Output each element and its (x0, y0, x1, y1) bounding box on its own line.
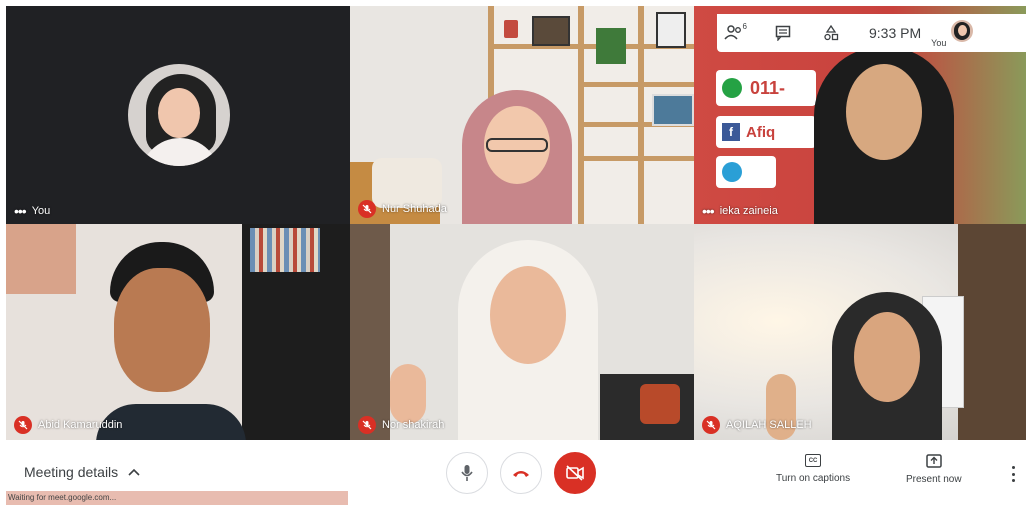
sign-phone: 011- (716, 70, 816, 106)
present-button[interactable]: Present now (906, 454, 962, 485)
avatar (951, 20, 974, 42)
participant-tile-abid-kamaruddin[interactable]: Abid Kamaruddin (6, 224, 350, 440)
mic-off-icon (702, 416, 720, 434)
participant-name-tag: Abid Kamaruddin (14, 416, 122, 434)
sign-facebook: f Afiq (716, 116, 816, 148)
camera-off-icon (566, 465, 584, 481)
video-grid: ••• You Nur Shuhada 011- f Afiq 6 9:33 P… (6, 6, 1026, 440)
captions-icon: CC (805, 454, 822, 467)
participant-tile-nor-shakirah[interactable]: Nor shakirah (350, 224, 694, 440)
mic-off-icon (358, 200, 376, 218)
hangup-icon (513, 471, 529, 477)
present-label: Present now (906, 474, 962, 485)
participant-tile-aqilah-salleh[interactable]: AQILAH SALLEH (694, 224, 1026, 440)
chat-icon[interactable] (765, 14, 801, 52)
more-options-icon[interactable]: ••• (702, 204, 715, 218)
mic-off-icon (14, 416, 32, 434)
self-view[interactable]: You (931, 14, 991, 52)
participant-name-tag: Nur Shuhada (358, 200, 447, 218)
participant-name-tag: Nor shakirah (358, 416, 444, 434)
participant-name: Abid Kamaruddin (38, 419, 123, 431)
captions-button[interactable]: CC Turn on captions (776, 454, 850, 484)
people-icon[interactable]: 6 (717, 14, 753, 52)
participant-name: You (31, 205, 51, 217)
participant-name-tag: ••• You (14, 204, 50, 218)
participant-tile-you[interactable]: ••• You (6, 6, 350, 224)
clock-time: 9:33 PM (869, 25, 922, 41)
present-icon (926, 454, 942, 468)
status-bar: Waiting for meet.google.com... (6, 491, 348, 505)
participant-name-tag: ••• ieka zaineia (702, 204, 778, 218)
participant-tile-ieka-zaineia[interactable]: 011- f Afiq 6 9:33 PM You ••• ieka zaine… (694, 6, 1026, 224)
participant-name-tag: AQILAH SALLEH (702, 416, 812, 434)
participant-name: Nor shakirah (382, 419, 445, 431)
activities-icon[interactable] (813, 14, 849, 52)
self-label: You (931, 38, 947, 48)
captions-label: Turn on captions (776, 473, 851, 484)
participant-tile-nur-shuhada[interactable]: Nur Shuhada (350, 6, 694, 224)
more-vert-icon[interactable] (1010, 466, 1016, 482)
top-bar: 6 9:33 PM You (717, 14, 1026, 52)
participant-figure (96, 238, 246, 440)
participant-name: ieka zaineia (719, 205, 778, 217)
meeting-details-label: Meeting details (24, 464, 119, 480)
control-bar: Meeting details Waiting for meet.google.… (0, 440, 1029, 506)
participant-name: Nur Shuhada (382, 203, 447, 215)
more-options-icon[interactable]: ••• (14, 204, 27, 218)
mic-button[interactable] (446, 452, 488, 494)
mic-icon (461, 465, 473, 481)
participant-name: AQILAH SALLEH (726, 419, 812, 431)
participant-figure (450, 80, 590, 224)
camera-toggle-button[interactable] (554, 452, 596, 494)
meeting-details-button[interactable]: Meeting details (24, 464, 140, 480)
participant-figure (814, 36, 964, 224)
participant-figure (450, 240, 610, 440)
avatar (128, 64, 230, 166)
participant-figure (824, 292, 954, 440)
mic-off-icon (358, 416, 376, 434)
chevron-up-icon (128, 468, 140, 476)
participant-count: 6 (742, 22, 747, 31)
hangup-button[interactable] (500, 452, 542, 494)
